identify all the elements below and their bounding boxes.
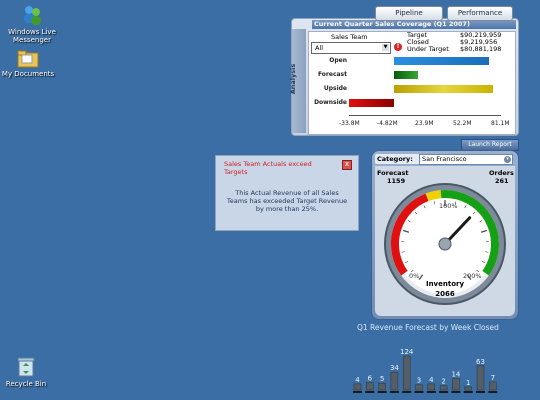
orders-label: Orders <box>489 169 514 177</box>
week-bar[interactable] <box>402 355 411 391</box>
q1-weekly-bar-chart: 4 6 5341243 4 2141637 <box>353 348 498 393</box>
coverage-row-label: Upside <box>323 85 347 92</box>
category-label: Category: <box>377 155 413 163</box>
inventory-gauge-widget: Category: San Francisco ▾ Forecast 1159 … <box>371 150 519 320</box>
coverage-bar-open[interactable] <box>393 57 489 65</box>
coverage-title: Current Quarter Sales Coverage (Q1 2007) <box>312 20 516 29</box>
week-bar-label: 5 <box>380 375 384 383</box>
week-bar-label: 1 <box>466 379 470 387</box>
alert-title: Sales Team Actuals exceed Targets <box>224 160 312 176</box>
week-bar[interactable] <box>489 381 497 391</box>
coverage-x-tick: 52.2M <box>453 120 472 127</box>
coverage-row-label: Downside <box>314 99 347 106</box>
analysis-side-tab[interactable]: Analysis <box>289 29 306 133</box>
alert-body: This Actual Revenue of all Sales Teams h… <box>226 189 348 213</box>
stat-under-target-value: $80,881,198 <box>460 45 502 53</box>
desktop-icon-label: Windows Live Messenger <box>8 28 56 44</box>
recycle-bin-icon <box>17 357 35 377</box>
gauge-scale-mid: 100% <box>439 202 458 210</box>
coverage-x-tick: 23.9M <box>415 120 434 127</box>
gauge-body: Forecast 1159 Orders 261 0% 100% 200% In… <box>375 166 515 316</box>
coverage-panel: Current Quarter Sales Coverage (Q1 2007)… <box>289 18 519 136</box>
category-select[interactable]: San Francisco ▾ <box>419 154 513 165</box>
gauge-scale-high: 200% <box>463 272 482 280</box>
coverage-content: Sales Team All ▼ ! Target $90,219,959 Cl… <box>308 31 516 135</box>
sales-team-label: Sales Team <box>331 33 368 41</box>
coverage-row-label: Open <box>329 57 347 64</box>
desktop-icon-messenger[interactable]: Windows Live Messenger <box>0 4 64 44</box>
coverage-bar-forecast[interactable] <box>393 71 418 79</box>
week-bar-label: 3 <box>417 377 421 385</box>
coverage-title-text: Current Quarter Sales Coverage (Q1 2007) <box>314 20 470 28</box>
week-bar-base <box>426 391 436 393</box>
week-bar-base <box>402 391 412 393</box>
week-bar-base <box>463 391 473 393</box>
coverage-bar-upside[interactable] <box>393 85 493 93</box>
week-bar[interactable] <box>415 384 423 391</box>
week-bar-label: 4 <box>429 376 434 384</box>
desktop-icon-label: Recycle Bin <box>5 380 47 388</box>
week-bar[interactable] <box>439 385 448 391</box>
messenger-icon <box>24 6 41 25</box>
week-bar[interactable] <box>390 371 399 391</box>
week-bar-label: 7 <box>491 374 495 382</box>
stat-under-target-label: Under Target <box>407 45 449 53</box>
week-bar[interactable] <box>378 382 386 391</box>
week-bar[interactable] <box>452 378 460 391</box>
gauge-scale-low: 0% <box>409 272 419 280</box>
week-bar-base <box>488 391 498 393</box>
sales-alert-popup: Sales Team Actuals exceed Targets x This… <box>215 155 359 231</box>
sales-team-select[interactable]: All ▼ <box>311 42 391 54</box>
desktop-icon-label: My Documents <box>1 70 55 78</box>
gauge-dial: 0% 100% 200% Inventory 2066 <box>384 183 506 305</box>
week-bar-label: 4 <box>355 376 360 384</box>
close-icon[interactable]: x <box>342 160 352 170</box>
week-bar-base <box>365 391 375 393</box>
inventory-value: 2066 <box>435 290 455 298</box>
inventory-label: Inventory <box>426 280 464 288</box>
week-bar-label: 63 <box>476 358 485 366</box>
week-bar-base <box>414 391 424 393</box>
week-bar-base <box>353 391 362 393</box>
week-bar-label: 6 <box>368 375 373 383</box>
week-bar-base <box>476 391 485 393</box>
week-bar-base <box>439 391 449 393</box>
week-bar-base <box>451 391 461 393</box>
coverage-bar-downside[interactable] <box>349 99 394 107</box>
folder-icon <box>17 50 39 68</box>
week-bar-label: 2 <box>441 378 445 386</box>
forecast-label: Forecast <box>377 169 409 177</box>
week-bar-label: 124 <box>400 348 414 356</box>
gauge-yellow-zone <box>425 190 442 202</box>
sales-team-value: All <box>315 44 324 52</box>
coverage-row-label: Forecast <box>317 71 347 78</box>
week-bar[interactable] <box>353 383 362 391</box>
week-bar[interactable] <box>464 386 472 391</box>
week-bar-base <box>377 391 387 393</box>
desktop-icon-my-documents[interactable]: My Documents <box>0 50 60 78</box>
coverage-axis <box>349 115 501 116</box>
week-bar-label: 14 <box>451 371 460 379</box>
coverage-x-tick: 81.1M <box>491 120 510 127</box>
category-value: San Francisco <box>422 155 467 163</box>
tab-pipeline[interactable]: Pipeline <box>375 6 443 21</box>
coverage-x-tick: -33.8M <box>339 120 360 127</box>
week-bar-label: 34 <box>390 364 399 372</box>
q1-chart-title: Q1 Revenue Forecast by Week Closed <box>357 323 499 332</box>
week-bar[interactable] <box>427 383 436 391</box>
chevron-down-icon: ▼ <box>382 44 389 51</box>
alert-indicator-icon[interactable]: ! <box>394 43 402 51</box>
tab-performance[interactable]: Performance <box>447 6 513 21</box>
chevron-down-icon: ▾ <box>504 156 511 163</box>
week-bar[interactable] <box>476 365 485 391</box>
analysis-label: Analysis <box>289 63 298 95</box>
gauge-header: Category: San Francisco ▾ <box>375 154 513 165</box>
sales-coverage-widget: Current Quarter Sales Coverage (Q1 2007)… <box>289 6 519 136</box>
week-bar-base <box>389 391 399 393</box>
desktop-icon-recycle-bin[interactable]: Recycle Bin <box>0 356 58 388</box>
coverage-x-tick: -4.82M <box>377 120 398 127</box>
week-bar[interactable] <box>366 382 374 391</box>
